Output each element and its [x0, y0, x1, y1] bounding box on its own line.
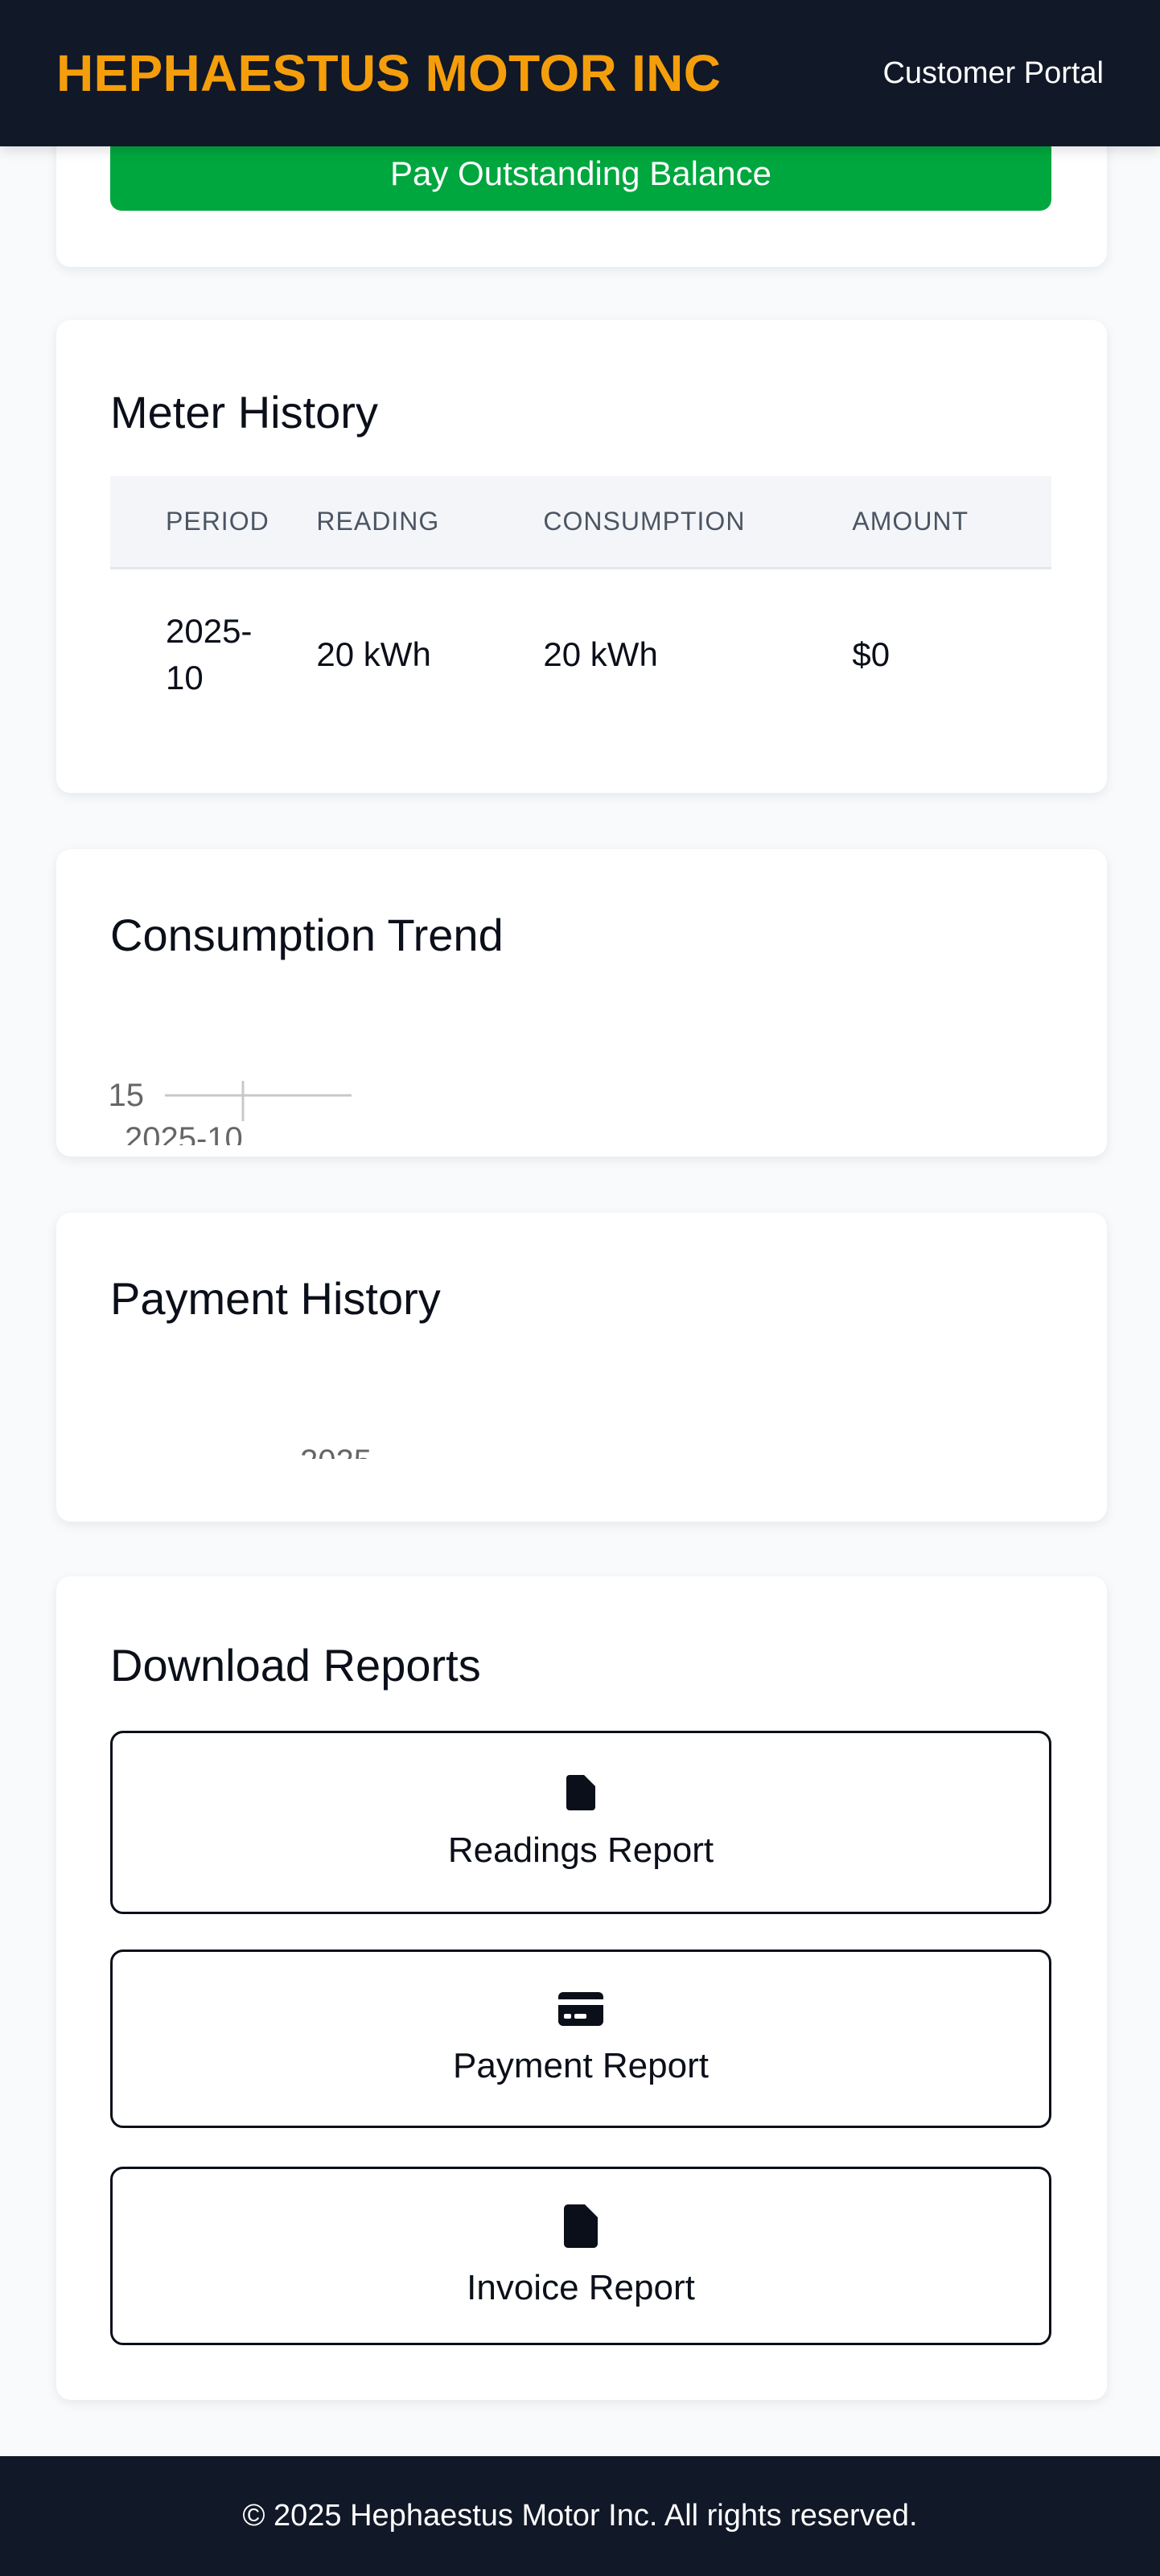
column-header-consumption: CONSUMPTION — [543, 476, 853, 569]
meter-history-card: Meter History PERIOD READING CONSUMPTION… — [56, 320, 1107, 793]
y-tick-label: 15 — [110, 1078, 144, 1113]
payment-report-label: Payment Report — [453, 2045, 709, 2085]
cell-period: 2025-10 — [166, 611, 253, 696]
payment-history-card: Payment History 2025 — [56, 1213, 1107, 1522]
site-header: HEPHAESTUS MOTOR INC Customer Portal — [0, 0, 1160, 146]
readings-report-button[interactable]: Readings Report — [110, 1731, 1051, 1914]
column-header-period: PERIOD — [110, 476, 317, 569]
readings-report-label: Readings Report — [447, 1830, 714, 1870]
table-row: 2025-10 20 kWh 20 kWh $0 — [110, 568, 1051, 740]
download-reports-title: Download Reports — [110, 1640, 481, 1691]
file-icon — [564, 2204, 598, 2250]
download-reports-card: Download Reports Readings Report Payment… — [56, 1576, 1107, 2400]
column-header-reading: READING — [316, 476, 544, 569]
payment-history-title: Payment History — [110, 1273, 441, 1324]
table-header-row: PERIOD READING CONSUMPTION AMOUNT — [110, 476, 1051, 569]
pay-outstanding-balance-button[interactable]: Pay Outstanding Balance — [110, 137, 1051, 211]
cell-reading: 20 kWh — [316, 635, 431, 673]
x-tick-label: 2025 — [300, 1444, 372, 1459]
column-header-amount: AMOUNT — [852, 476, 1051, 569]
customer-portal-link[interactable]: Customer Portal — [882, 56, 1104, 91]
payment-history-chart: 2025 — [110, 1406, 593, 1459]
brand-logo[interactable]: HEPHAESTUS MOTOR INC — [56, 43, 721, 103]
invoice-report-label: Invoice Report — [467, 2267, 695, 2307]
x-tick-label: 2025-10 — [125, 1121, 243, 1145]
credit-card-icon — [558, 1991, 603, 2028]
invoice-report-button[interactable]: Invoice Report — [110, 2167, 1051, 2345]
payment-report-button[interactable]: Payment Report — [110, 1949, 1051, 2128]
payment-history-svg: 2025 — [300, 1444, 372, 1459]
copyright-text: © 2025 Hephaestus Motor Inc. All rights … — [242, 2499, 918, 2533]
consumption-trend-card: Consumption Trend 15 2025-10 — [56, 849, 1107, 1157]
consumption-trend-chart: 15 2025-10 — [110, 1017, 593, 1145]
consumption-trend-svg: 15 2025-10 — [110, 1078, 352, 1145]
meter-history-table: PERIOD READING CONSUMPTION AMOUNT 2025-1… — [110, 476, 1051, 740]
consumption-trend-title: Consumption Trend — [110, 910, 504, 960]
cell-consumption: 20 kWh — [543, 635, 658, 673]
cell-amount: $0 — [852, 635, 891, 673]
meter-history-title: Meter History — [110, 387, 378, 438]
file-icon — [566, 1774, 595, 1813]
site-footer: © 2025 Hephaestus Motor Inc. All rights … — [0, 2456, 1160, 2576]
